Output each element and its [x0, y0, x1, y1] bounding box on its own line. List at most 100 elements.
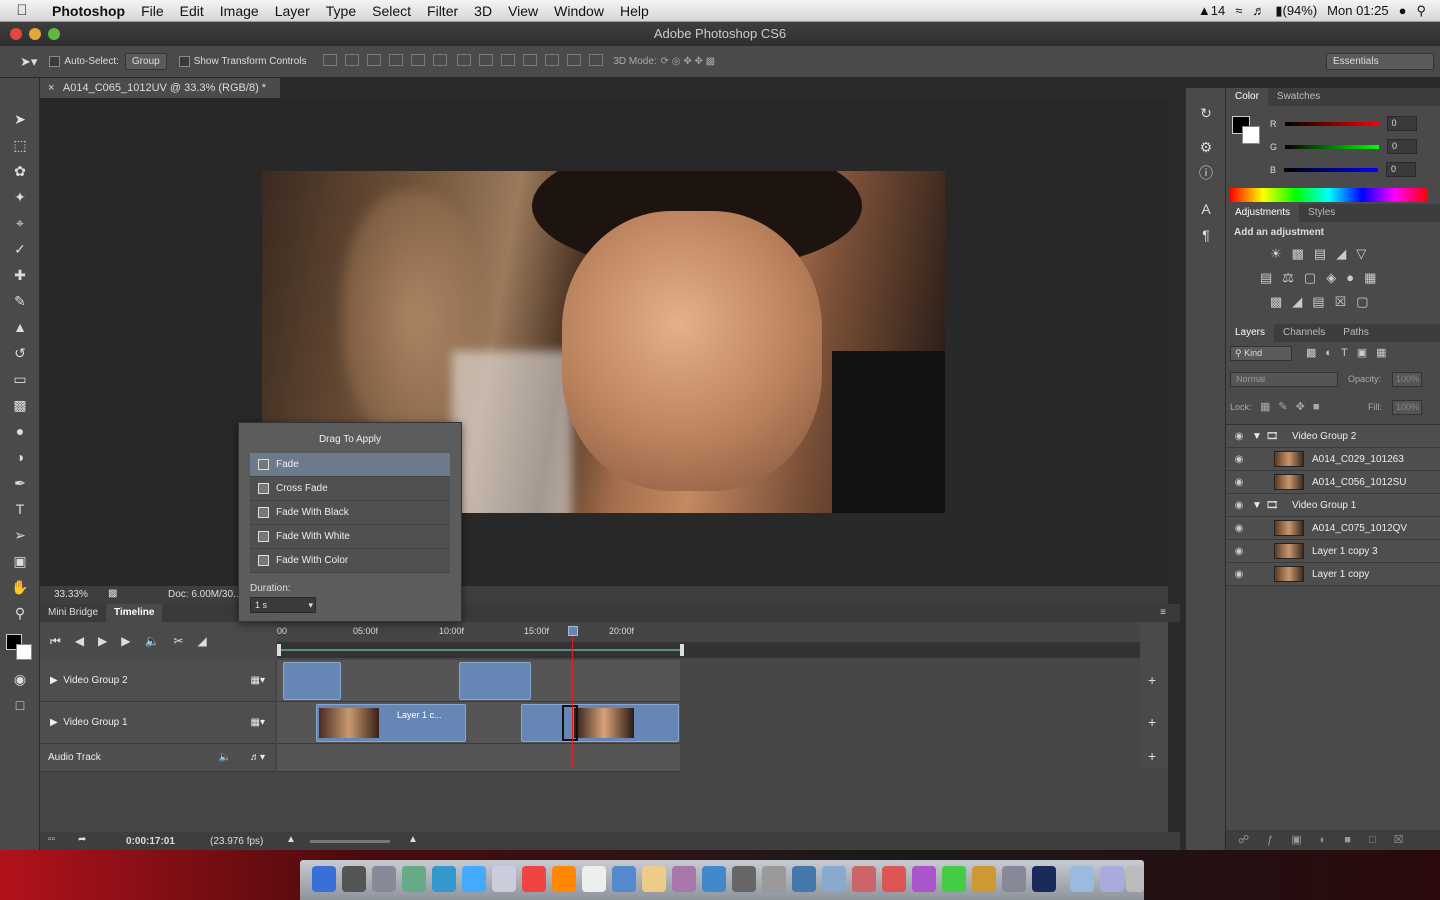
menu-select[interactable]: Select [364, 3, 419, 19]
character-panel-icon[interactable]: A [1186, 196, 1226, 222]
app-store-icon[interactable] [432, 866, 456, 892]
menubar-clock[interactable]: Mon 01:25 [1327, 3, 1388, 18]
eye-icon[interactable]: ◉ [1226, 569, 1252, 580]
close-window-button[interactable] [10, 28, 22, 40]
system-preferences-icon[interactable] [762, 866, 786, 892]
history-brush-icon[interactable]: ↺ [0, 340, 40, 366]
layer-row-video-group-2[interactable]: ◉ ▼ 🎞 Video Group 2 [1226, 425, 1440, 448]
eye-icon[interactable]: ◉ [1226, 546, 1252, 557]
photo-booth-icon[interactable] [792, 866, 816, 892]
zoom-level[interactable]: 33.33% [54, 589, 88, 600]
green-slider[interactable] [1285, 144, 1380, 149]
finder-icon[interactable] [312, 866, 336, 892]
workspace-dropdown[interactable]: Essentials [1326, 53, 1434, 70]
adjustment-icons-row-3[interactable]: ▩◢▤☒▢ [1270, 294, 1432, 310]
work-area-end-handle[interactable] [680, 644, 684, 656]
mail-icon[interactable] [492, 866, 516, 892]
iphoto-icon[interactable] [882, 866, 906, 892]
layer-row-video-group-1[interactable]: ◉ ▼ 🎞 Video Group 1 [1226, 494, 1440, 517]
audio-menu-icon[interactable]: ♬▾ [250, 744, 265, 772]
chevron-down-icon[interactable]: ▼ [1252, 500, 1266, 511]
photos-icon[interactable] [672, 866, 696, 892]
shape-tool-icon[interactable]: ▣ [0, 548, 40, 574]
layers-footer-icons[interactable]: ☍ƒ▣◐■□☒ [1226, 830, 1440, 850]
dashboard-icon[interactable] [342, 866, 366, 892]
timeline-zoom-slider[interactable] [310, 840, 390, 843]
menu-help[interactable]: Help [612, 3, 657, 19]
lasso-tool-icon[interactable]: ✿ [0, 158, 40, 184]
zoom-in-icon[interactable]: ▲ [408, 834, 418, 845]
background-color-swatch[interactable] [16, 644, 32, 660]
tab-adjustments[interactable]: Adjustments [1226, 204, 1300, 222]
facetime-icon[interactable] [612, 866, 636, 892]
colorsync-icon[interactable] [912, 866, 936, 892]
transition-fade-with-black[interactable]: Fade With Black [250, 501, 450, 525]
history-panel-icon[interactable]: ↻ [1186, 100, 1226, 126]
distribute-vcenter-icon[interactable] [479, 54, 494, 66]
expand-track-icon[interactable]: ▶ [50, 717, 58, 728]
brush-tool-icon[interactable]: ✎ [0, 288, 40, 314]
quick-mask-icon[interactable]: ◉ [0, 666, 40, 692]
green-value[interactable]: 0 [1387, 139, 1418, 154]
notes-icon[interactable] [642, 866, 666, 892]
film-menu-icon[interactable]: ▦▾ [251, 660, 265, 702]
eye-icon[interactable]: ◉ [1226, 523, 1252, 534]
battery-icon[interactable]: ▮(94%) [1275, 3, 1317, 19]
panel-menu-icon[interactable]: ≡ [1152, 604, 1174, 622]
garageband-icon[interactable] [972, 866, 996, 892]
firefox-icon[interactable] [552, 866, 576, 892]
track-header-audio[interactable]: Audio Track ♬▾ 🔈 [40, 744, 275, 772]
path-select-tool-icon[interactable]: ➢ [0, 522, 40, 548]
show-transform-checkbox[interactable] [178, 56, 190, 67]
lock-icons[interactable]: ▦✎✥■ [1260, 400, 1327, 413]
tab-paths[interactable]: Paths [1334, 324, 1378, 342]
zoom-out-icon[interactable]: ▲ [286, 834, 296, 845]
track-header-video-group-1[interactable]: ▶ Video Group 1 ▦▾ [40, 702, 275, 744]
menu-app-name[interactable]: Photoshop [44, 3, 133, 19]
chevron-down-icon[interactable]: ▾ [308, 598, 313, 612]
video-clip[interactable] [459, 662, 531, 700]
video-clip[interactable]: Layer 1 c... [316, 704, 466, 742]
adjustment-icons-row-2[interactable]: ▤⚖▢◈●▦ [1260, 270, 1432, 286]
align-hcenter-icon[interactable] [410, 54, 425, 66]
layer-row[interactable]: ◉ A014_C056_1012SU [1226, 471, 1440, 494]
dodge-tool-icon[interactable]: ◑ [0, 444, 40, 470]
move-tool-icon[interactable]: ➤ [0, 106, 40, 132]
menu-filter[interactable]: Filter [419, 3, 466, 19]
screen-mode-icon[interactable]: □ [0, 692, 40, 718]
frame-animation-icon[interactable]: ▫▫ [48, 834, 55, 845]
red-slider[interactable] [1284, 121, 1379, 126]
user-icon[interactable]: ● [1399, 3, 1407, 18]
layer-filter-icons[interactable]: ▩◐T▣▦ [1306, 346, 1396, 359]
duration-field[interactable]: 1 s ▾ [250, 597, 316, 613]
activity-monitor-icon[interactable] [942, 866, 966, 892]
aperture-icon[interactable] [822, 866, 846, 892]
blue-slider[interactable] [1284, 167, 1379, 172]
layer-filter-kind[interactable]: ⚲ Kind [1230, 346, 1292, 361]
expand-track-icon[interactable]: ▶ [50, 675, 58, 686]
final-cut-icon[interactable] [1002, 866, 1026, 892]
layer-row[interactable]: ◉ Layer 1 copy [1226, 563, 1440, 586]
layer-row[interactable]: ◉ A014_C075_1012QV [1226, 517, 1440, 540]
fill-field[interactable]: 100% [1392, 400, 1422, 415]
blur-tool-icon[interactable]: ● [0, 418, 40, 444]
menu-edit[interactable]: Edit [172, 3, 212, 19]
menu-3d[interactable]: 3D [466, 3, 500, 19]
play-icon[interactable]: ▶ [98, 634, 107, 648]
close-tab-icon[interactable]: × [48, 82, 54, 94]
eye-icon[interactable]: ◉ [1226, 477, 1252, 488]
volume-icon[interactable]: ♬ [1252, 3, 1265, 18]
transition-marker[interactable] [562, 705, 578, 741]
audio-volume-icon[interactable]: 🔈 [219, 744, 231, 772]
add-media-icon[interactable]: + [1148, 672, 1156, 688]
healing-tool-icon[interactable]: ✚ [0, 262, 40, 288]
trash-icon[interactable] [1126, 866, 1144, 892]
split-clip-icon[interactable]: ✂ [173, 634, 183, 648]
pen-tool-icon[interactable]: ✒ [0, 470, 40, 496]
photoshop-icon[interactable] [1032, 866, 1056, 892]
marquee-tool-icon[interactable]: ⬚ [0, 132, 40, 158]
video-clip[interactable] [283, 662, 341, 700]
color-spectrum-ramp[interactable] [1230, 188, 1428, 202]
menu-view[interactable]: View [500, 3, 546, 19]
calendar-icon[interactable] [582, 866, 606, 892]
